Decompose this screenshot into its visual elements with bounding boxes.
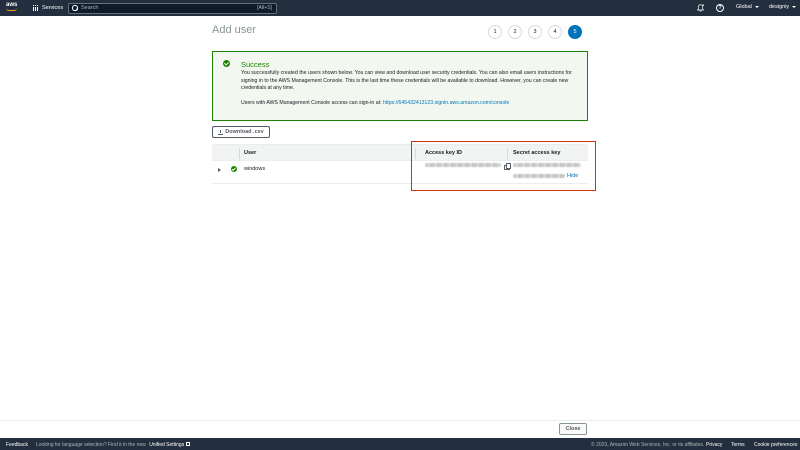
account-menu[interactable]: designiy — [769, 4, 797, 10]
download-label: Download .csv — [225, 129, 264, 135]
search-shortcut-hint: [Alt+S] — [257, 5, 272, 11]
success-alert: Success You successfully created the use… — [212, 51, 588, 121]
account-label: designiy — [769, 4, 790, 10]
external-link-icon — [186, 442, 191, 447]
download-icon — [218, 129, 224, 135]
step-3[interactable]: 3 — [528, 25, 542, 39]
success-status-icon — [231, 166, 237, 172]
column-header-user[interactable]: User — [244, 150, 256, 156]
check-circle-icon — [223, 60, 230, 67]
download-csv-button[interactable]: Download .csv — [212, 126, 270, 138]
wizard-steps: 1 2 3 4 5 — [488, 25, 582, 39]
bottom-divider — [0, 420, 800, 421]
footer: Feedback Looking for language selection?… — [0, 438, 800, 450]
step-4[interactable]: 4 — [548, 25, 562, 39]
expand-row-icon[interactable] — [218, 168, 221, 172]
cookie-preferences-link[interactable]: Cookie preferences — [754, 442, 797, 448]
aws-smile-icon — [6, 8, 17, 11]
search-input[interactable] — [81, 5, 231, 11]
lang-prompt: Looking for language selection? Find it … — [36, 441, 146, 448]
credentials-highlight-box — [411, 141, 596, 191]
privacy-link[interactable]: Privacy — [706, 442, 722, 448]
column-divider — [239, 148, 240, 159]
bell-icon[interactable] — [697, 4, 704, 12]
success-message: You successfully created the users shown… — [241, 70, 572, 91]
search-icon — [72, 5, 78, 11]
step-1[interactable]: 1 — [488, 25, 502, 39]
region-selector[interactable]: Global — [736, 4, 759, 10]
signin-url-link[interactable]: https://645432413123.signin.aws.amazon.c… — [383, 100, 509, 106]
top-nav: aws Services [Alt+S] ? Global designiy — [0, 0, 800, 16]
row-user-name: windows — [244, 166, 266, 172]
signin-prefix: Users with AWS Management Console access… — [241, 100, 382, 106]
terms-link[interactable]: Terms — [731, 442, 745, 448]
chevron-down-icon — [754, 5, 759, 8]
grid-icon — [33, 5, 39, 11]
footer-lang-line: Looking for language selection? Find it … — [36, 441, 191, 448]
help-icon[interactable]: ? — [716, 4, 724, 12]
region-label: Global — [736, 4, 752, 10]
page-title: Add user — [212, 24, 257, 36]
unified-settings-link[interactable]: Unified Settings — [149, 442, 184, 448]
step-2[interactable]: 2 — [508, 25, 522, 39]
aws-logo-text: aws — [6, 2, 18, 8]
aws-logo[interactable]: aws — [6, 2, 22, 14]
search-box[interactable]: [Alt+S] — [68, 2, 277, 14]
step-5: 5 — [568, 25, 582, 39]
services-menu-button[interactable]: Services — [33, 3, 63, 13]
chevron-down-icon — [792, 5, 797, 8]
feedback-link[interactable]: Feedback — [6, 442, 28, 448]
signin-line: Users with AWS Management Console access… — [241, 100, 509, 106]
close-button[interactable]: Close — [559, 423, 587, 435]
success-title: Success — [241, 60, 270, 69]
services-label: Services — [42, 5, 64, 11]
copyright: © 2023, Amazon Web Services, Inc. or its… — [591, 441, 705, 448]
